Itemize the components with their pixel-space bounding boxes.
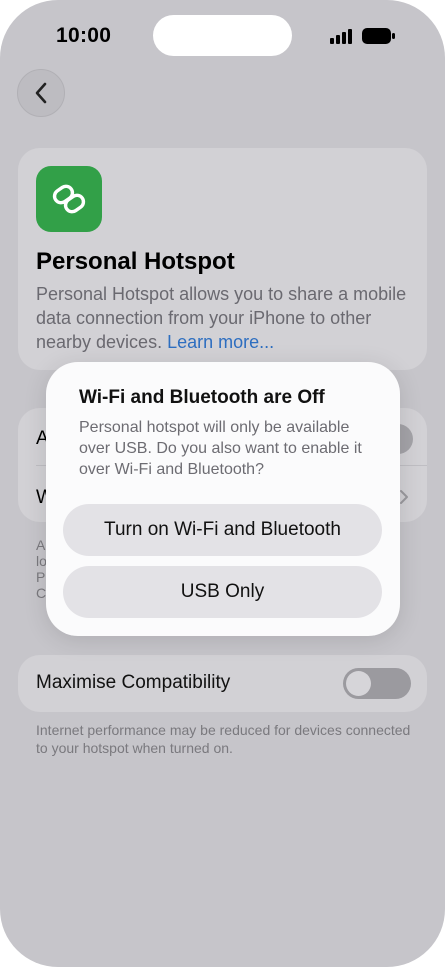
- compatibility-footer: Internet performance may be reduced for …: [36, 722, 411, 756]
- chevron-right-icon: [400, 490, 408, 504]
- status-time: 10:00: [56, 24, 112, 47]
- maximise-compatibility-toggle[interactable]: [343, 668, 411, 699]
- turn-on-wifi-bluetooth-button[interactable]: Turn on Wi-Fi and Bluetooth: [63, 504, 382, 556]
- alert-message: Personal hotspot will only be available …: [79, 419, 362, 478]
- chevron-left-icon: [35, 82, 47, 104]
- maximise-compatibility-row[interactable]: Maximise Compatibility: [18, 655, 427, 712]
- hotspot-description: Personal Hotspot allows you to share a m…: [36, 282, 416, 354]
- battery-icon: [362, 28, 395, 44]
- toggle-knob: [346, 671, 371, 696]
- dynamic-island: [153, 15, 292, 56]
- back-button[interactable]: [17, 69, 65, 117]
- alert-title: Wi-Fi and Bluetooth are Off: [79, 387, 325, 408]
- page-title: Personal Hotspot: [36, 248, 235, 275]
- wifi-bluetooth-alert: Wi-Fi and Bluetooth are Off Personal hot…: [46, 362, 400, 636]
- hotspot-info-card: Personal Hotspot Personal Hotspot allows…: [18, 148, 427, 370]
- hotspot-link-icon: [36, 166, 102, 232]
- usb-only-button[interactable]: USB Only: [63, 566, 382, 618]
- maximise-compatibility-label: Maximise Compatibility: [36, 672, 231, 693]
- signal-icon: [330, 29, 352, 44]
- phone-screen: 10:00 Personal Hotspot Personal Hotspot …: [0, 0, 445, 967]
- learn-more-link[interactable]: Learn more...: [167, 332, 274, 352]
